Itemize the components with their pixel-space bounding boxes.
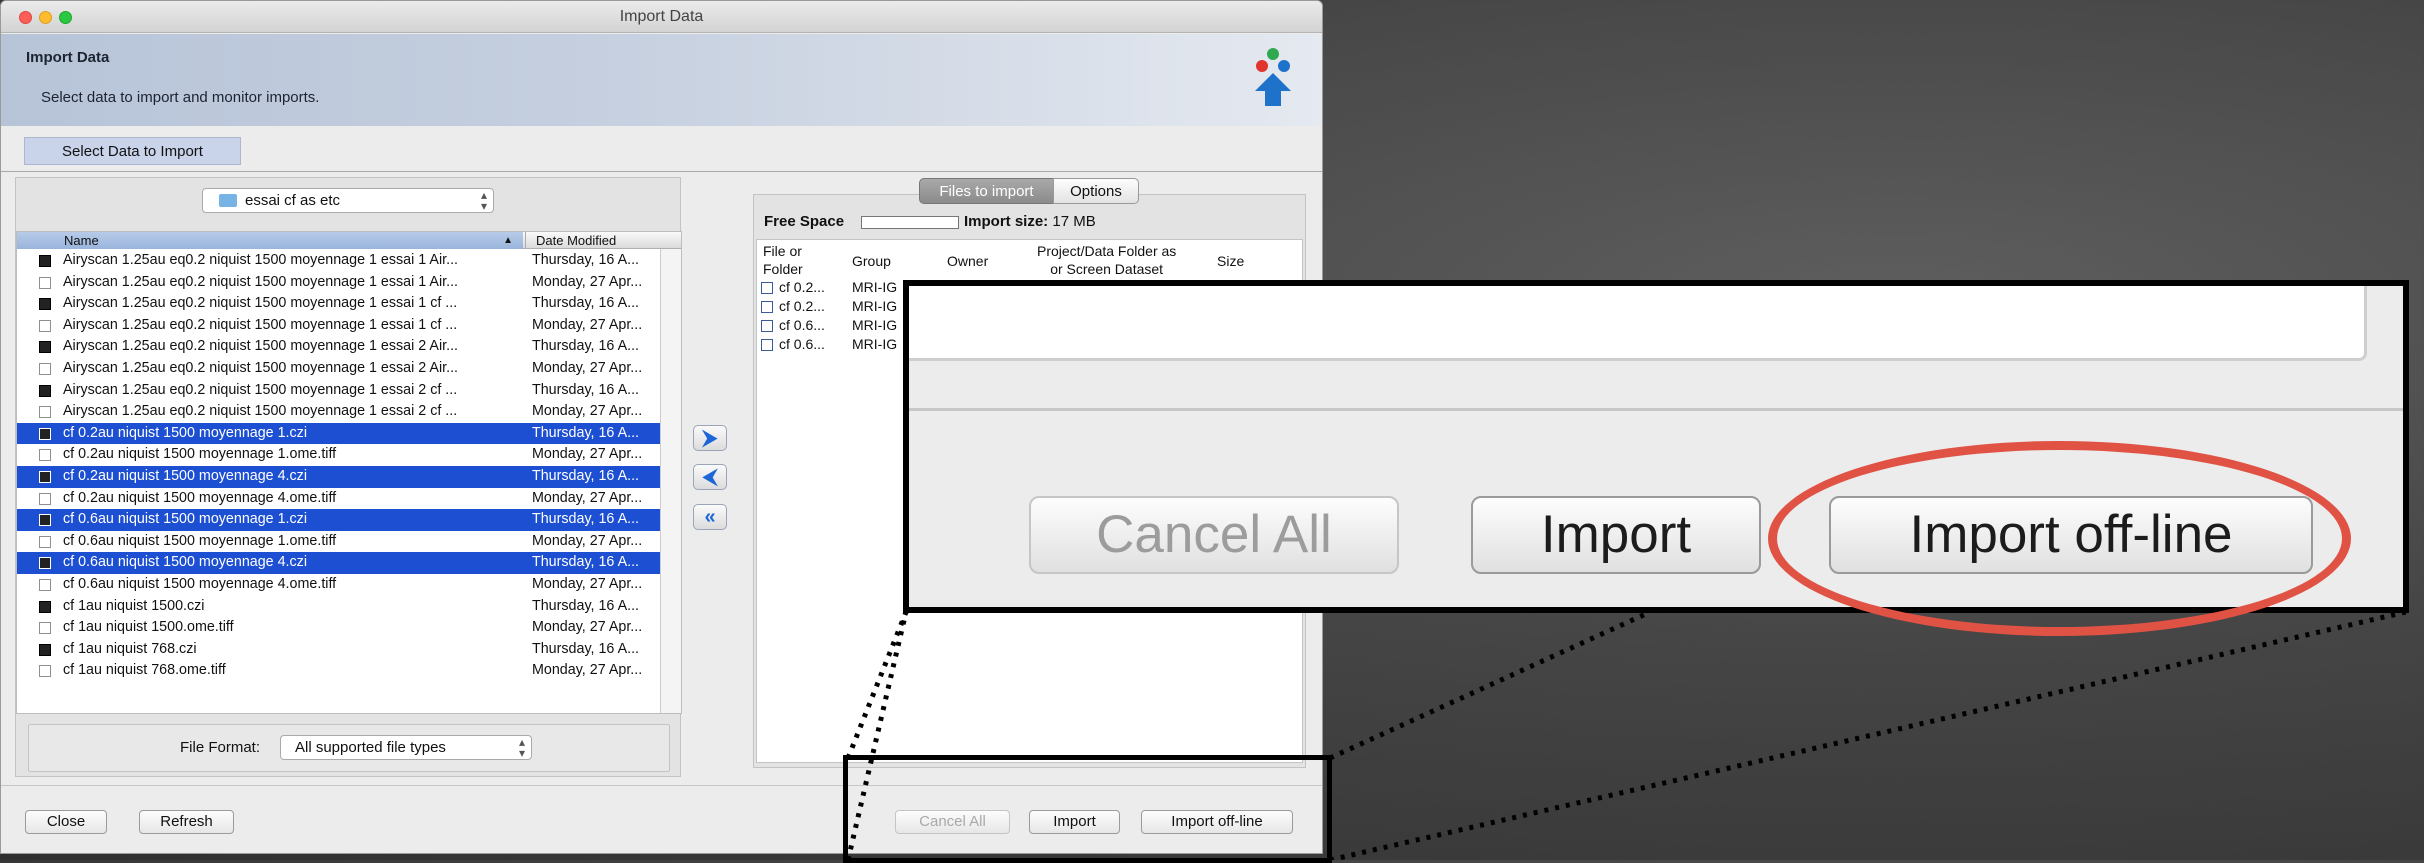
highlight-ring (1768, 441, 2351, 636)
zoom-cancel-all-button: Cancel All (1029, 496, 1399, 574)
zoom-source-frame (843, 755, 1332, 863)
zoom-table-edge (909, 286, 2367, 361)
zoom-divider (909, 408, 2403, 411)
zoom-import-button: Import (1471, 496, 1761, 574)
